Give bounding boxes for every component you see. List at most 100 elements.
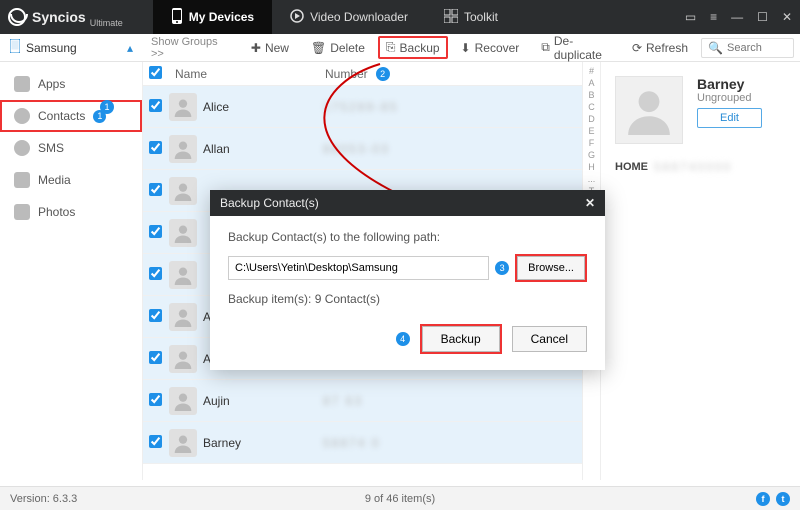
deduplicate-button[interactable]: ⧉ De-duplicate — [532, 29, 619, 67]
row-checkbox[interactable] — [149, 351, 162, 364]
select-all-checkbox[interactable] — [149, 66, 162, 79]
alpha-C[interactable]: C — [588, 102, 595, 113]
list-header: Name Number 2 — [143, 62, 582, 86]
sidebar-item-apps[interactable]: Apps — [0, 68, 142, 100]
step-1-badge: 1 — [100, 100, 114, 114]
twitter-icon[interactable]: t — [776, 492, 790, 506]
nav-toolkit-label: Toolkit — [464, 10, 498, 24]
row-checkbox[interactable] — [149, 141, 162, 154]
alpha-H[interactable]: H — [588, 162, 595, 173]
recover-label: Recover — [475, 41, 520, 55]
table-row[interactable]: Aujin87 63 — [143, 380, 582, 422]
table-row[interactable]: Alice175289-85 — [143, 86, 582, 128]
version-label: Version: 6.3.3 — [10, 493, 77, 505]
contacts-icon — [14, 108, 30, 124]
browse-button[interactable]: Browse... — [517, 256, 585, 280]
sidebar-apps-label: Apps — [38, 77, 65, 91]
row-name: Allan — [203, 142, 323, 156]
col-number[interactable]: Number — [325, 67, 368, 81]
row-name: Barney — [203, 436, 323, 450]
facebook-icon[interactable]: f — [756, 492, 770, 506]
sidebar: Apps Contacts 1 SMS Media Photos — [0, 62, 143, 480]
backup-icon: ⎘ — [386, 40, 396, 55]
person-icon — [169, 93, 197, 121]
sidebar-photos-label: Photos — [38, 205, 75, 219]
sidebar-item-photos[interactable]: Photos — [0, 196, 142, 228]
media-icon — [14, 172, 30, 188]
person-icon — [169, 429, 197, 457]
row-checkbox[interactable] — [149, 435, 162, 448]
table-row[interactable]: Allan88053-03 — [143, 128, 582, 170]
row-checkbox[interactable] — [149, 225, 162, 238]
refresh-label: Refresh — [646, 41, 688, 55]
deduplicate-label: De-duplicate — [554, 34, 610, 62]
collapse-icon[interactable]: ▴ — [127, 41, 133, 55]
dedup-icon: ⧉ — [541, 40, 550, 55]
contact-name: Barney — [697, 76, 786, 92]
row-name: Aujin — [203, 394, 323, 408]
delete-button[interactable]: 🗑Delete — [302, 36, 374, 60]
nav-my-devices-label: My Devices — [189, 10, 254, 24]
play-circle-icon — [290, 9, 304, 26]
search-box[interactable]: 🔍 — [701, 38, 794, 58]
action-toolbar: Show Groups >> ✚New 🗑Delete ⎘ Backup ⬇Rec… — [143, 29, 800, 67]
dialog-cancel-button[interactable]: Cancel — [512, 326, 587, 352]
dialog-title: Backup Contact(s) — [220, 196, 319, 210]
close-icon[interactable]: ✕ — [782, 10, 792, 24]
nav-video-downloader-label: Video Downloader — [310, 10, 408, 24]
step-2-badge: 2 — [376, 67, 390, 81]
alpha-F[interactable]: F — [589, 138, 595, 149]
menu-icon[interactable]: ≡ — [710, 10, 717, 24]
sidebar-item-media[interactable]: Media — [0, 164, 142, 196]
sidebar-contacts-label: Contacts — [38, 109, 85, 123]
row-checkbox[interactable] — [149, 393, 162, 406]
alpha-E[interactable]: E — [588, 126, 594, 137]
minimize-icon[interactable]: — — [731, 10, 743, 24]
sms-icon — [14, 140, 30, 156]
device-selector[interactable]: Samsung ▴ — [0, 39, 143, 56]
dialog-backup-button[interactable]: Backup — [422, 326, 500, 352]
backup-button[interactable]: ⎘ Backup — [378, 36, 448, 59]
alpha-G[interactable]: G — [588, 150, 595, 161]
phone-small-icon — [10, 39, 20, 56]
new-label: New — [265, 41, 289, 55]
sidebar-item-contacts[interactable]: Contacts 1 — [0, 100, 142, 132]
refresh-icon: ⟳ — [632, 41, 642, 55]
step-4-badge: 4 — [396, 332, 410, 346]
person-icon — [169, 261, 197, 289]
dialog-close-icon[interactable]: ✕ — [585, 196, 595, 210]
person-icon — [169, 303, 197, 331]
row-checkbox[interactable] — [149, 183, 162, 196]
chat-icon[interactable]: ▭ — [685, 10, 696, 24]
row-checkbox[interactable] — [149, 99, 162, 112]
alpha-A[interactable]: A — [588, 78, 594, 89]
alpha-D[interactable]: D — [588, 114, 595, 125]
alpha-B[interactable]: B — [588, 90, 594, 101]
refresh-button[interactable]: ⟳ Refresh — [623, 36, 697, 60]
row-checkbox[interactable] — [149, 267, 162, 280]
new-button[interactable]: ✚New — [242, 36, 298, 60]
contact-details-pane: Barney Ungrouped Edit HOME 588740000 — [600, 62, 800, 480]
sidebar-item-sms[interactable]: SMS — [0, 132, 142, 164]
home-label: HOME — [615, 161, 648, 173]
backup-path-input[interactable] — [228, 256, 489, 280]
search-input[interactable] — [727, 42, 787, 54]
table-row[interactable]: Barney58874 0 — [143, 422, 582, 464]
person-icon — [169, 135, 197, 163]
show-groups-toggle[interactable]: Show Groups >> — [151, 36, 222, 60]
recover-button[interactable]: ⬇Recover — [452, 36, 529, 60]
col-name[interactable]: Name — [175, 67, 325, 81]
row-checkbox[interactable] — [149, 309, 162, 322]
edit-button[interactable]: Edit — [697, 108, 762, 128]
alpha-...[interactable]: ... — [588, 174, 596, 185]
search-icon: 🔍 — [708, 41, 723, 55]
item-count: 9 of 46 item(s) — [365, 493, 435, 505]
row-number: 175289-85 — [323, 100, 398, 114]
row-number: 58874 0 — [323, 436, 380, 450]
backup-label: Backup — [400, 41, 440, 55]
person-icon — [169, 387, 197, 415]
alpha-#[interactable]: # — [589, 66, 594, 77]
maximize-icon[interactable]: ☐ — [757, 10, 768, 24]
status-bar: Version: 6.3.3 9 of 46 item(s) f t — [0, 486, 800, 510]
home-value: 588740000 — [654, 160, 732, 174]
